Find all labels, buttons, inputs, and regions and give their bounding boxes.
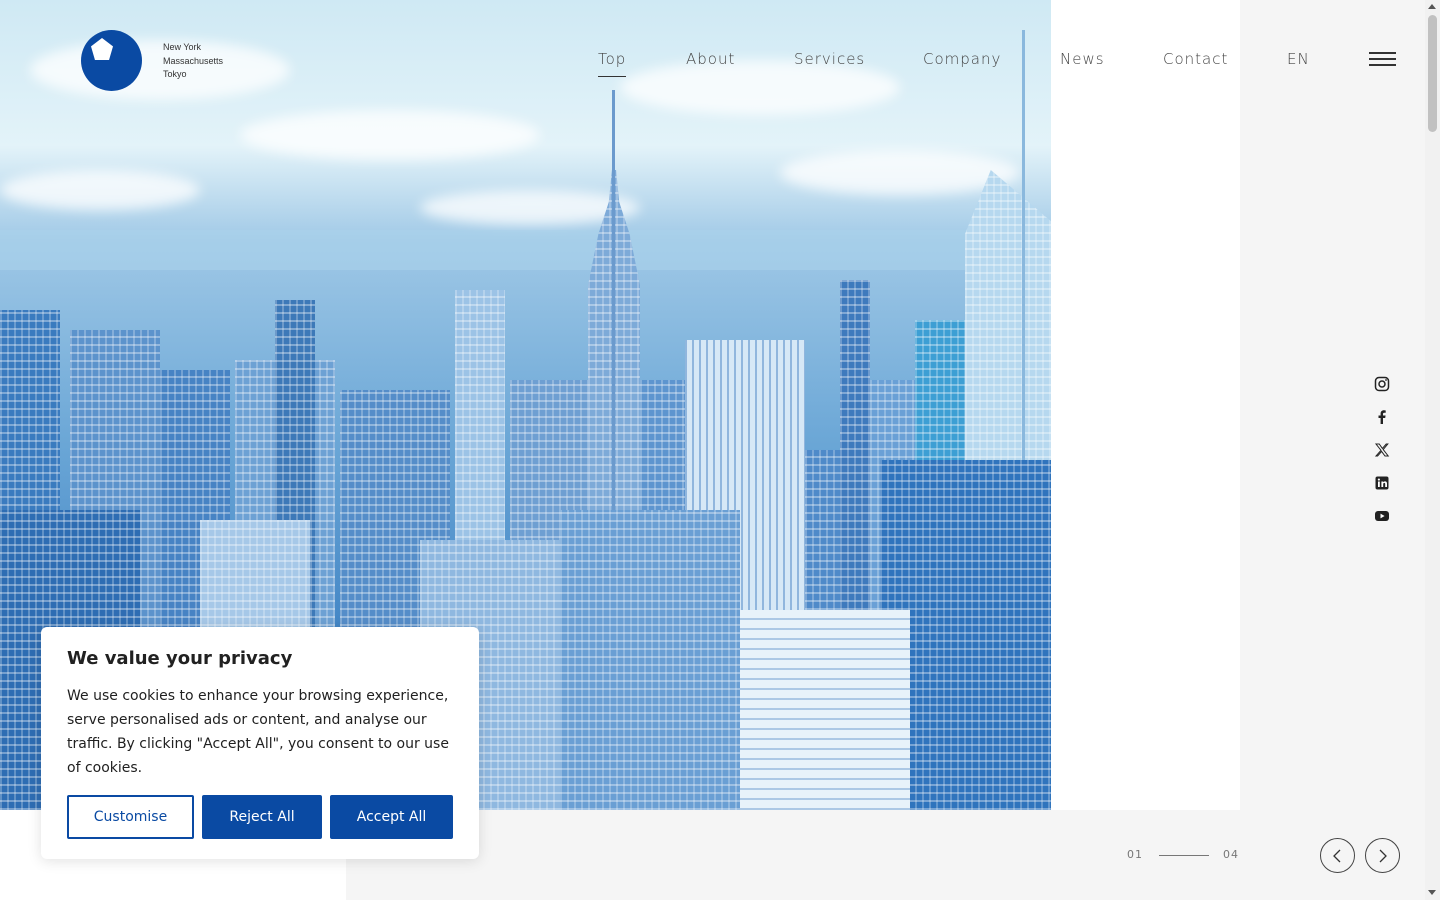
slide-progress-line <box>1159 855 1209 856</box>
city-tokyo: Tokyo <box>163 69 187 79</box>
cookie-title: We value your privacy <box>67 648 293 669</box>
scrollbar-thumb[interactable] <box>1428 15 1437 132</box>
pentagon-logo-icon <box>91 38 113 60</box>
chevron-right-icon <box>1379 849 1387 863</box>
nav-services[interactable]: Services <box>794 50 865 68</box>
cookie-consent-dialog: We value your privacy We use cookies to … <box>41 627 479 859</box>
hero-side-panel <box>1051 0 1240 810</box>
hamburger-icon[interactable] <box>1369 52 1396 68</box>
instagram-icon[interactable] <box>1374 376 1390 392</box>
chevron-left-icon <box>1333 849 1341 863</box>
slide-current: 01 <box>1127 848 1143 861</box>
social-links <box>1374 376 1392 541</box>
slide-prev-button[interactable] <box>1320 838 1355 873</box>
cookie-body: We use cookies to enhance your browsing … <box>67 688 449 776</box>
customise-button[interactable]: Customise <box>67 795 194 839</box>
page-scrollbar[interactable] <box>1425 0 1440 900</box>
nav-about[interactable]: About <box>686 50 735 68</box>
nav-top[interactable]: Top <box>598 50 627 77</box>
youtube-icon[interactable] <box>1374 508 1390 524</box>
nav-contact[interactable]: Contact <box>1163 50 1228 68</box>
x-icon[interactable] <box>1374 442 1390 458</box>
slide-next-button[interactable] <box>1365 838 1400 873</box>
city-new-york: New York <box>163 42 202 52</box>
accept-all-button[interactable]: Accept All <box>330 795 453 839</box>
scroll-up-arrow-icon[interactable] <box>1428 4 1436 9</box>
scroll-down-arrow-icon[interactable] <box>1428 890 1436 895</box>
nav-language[interactable]: EN <box>1287 50 1310 68</box>
linkedin-icon[interactable] <box>1374 475 1390 491</box>
facebook-icon[interactable] <box>1374 409 1390 425</box>
logo-cities: New York Massachusetts Tokyo <box>163 41 223 82</box>
reject-all-button[interactable]: Reject All <box>202 795 322 839</box>
city-massachusetts: Massachusetts <box>163 55 224 66</box>
nav-company[interactable]: Company <box>923 50 1001 68</box>
nav-news[interactable]: News <box>1060 50 1105 68</box>
slide-total: 04 <box>1223 848 1239 861</box>
site-logo[interactable] <box>81 30 142 91</box>
